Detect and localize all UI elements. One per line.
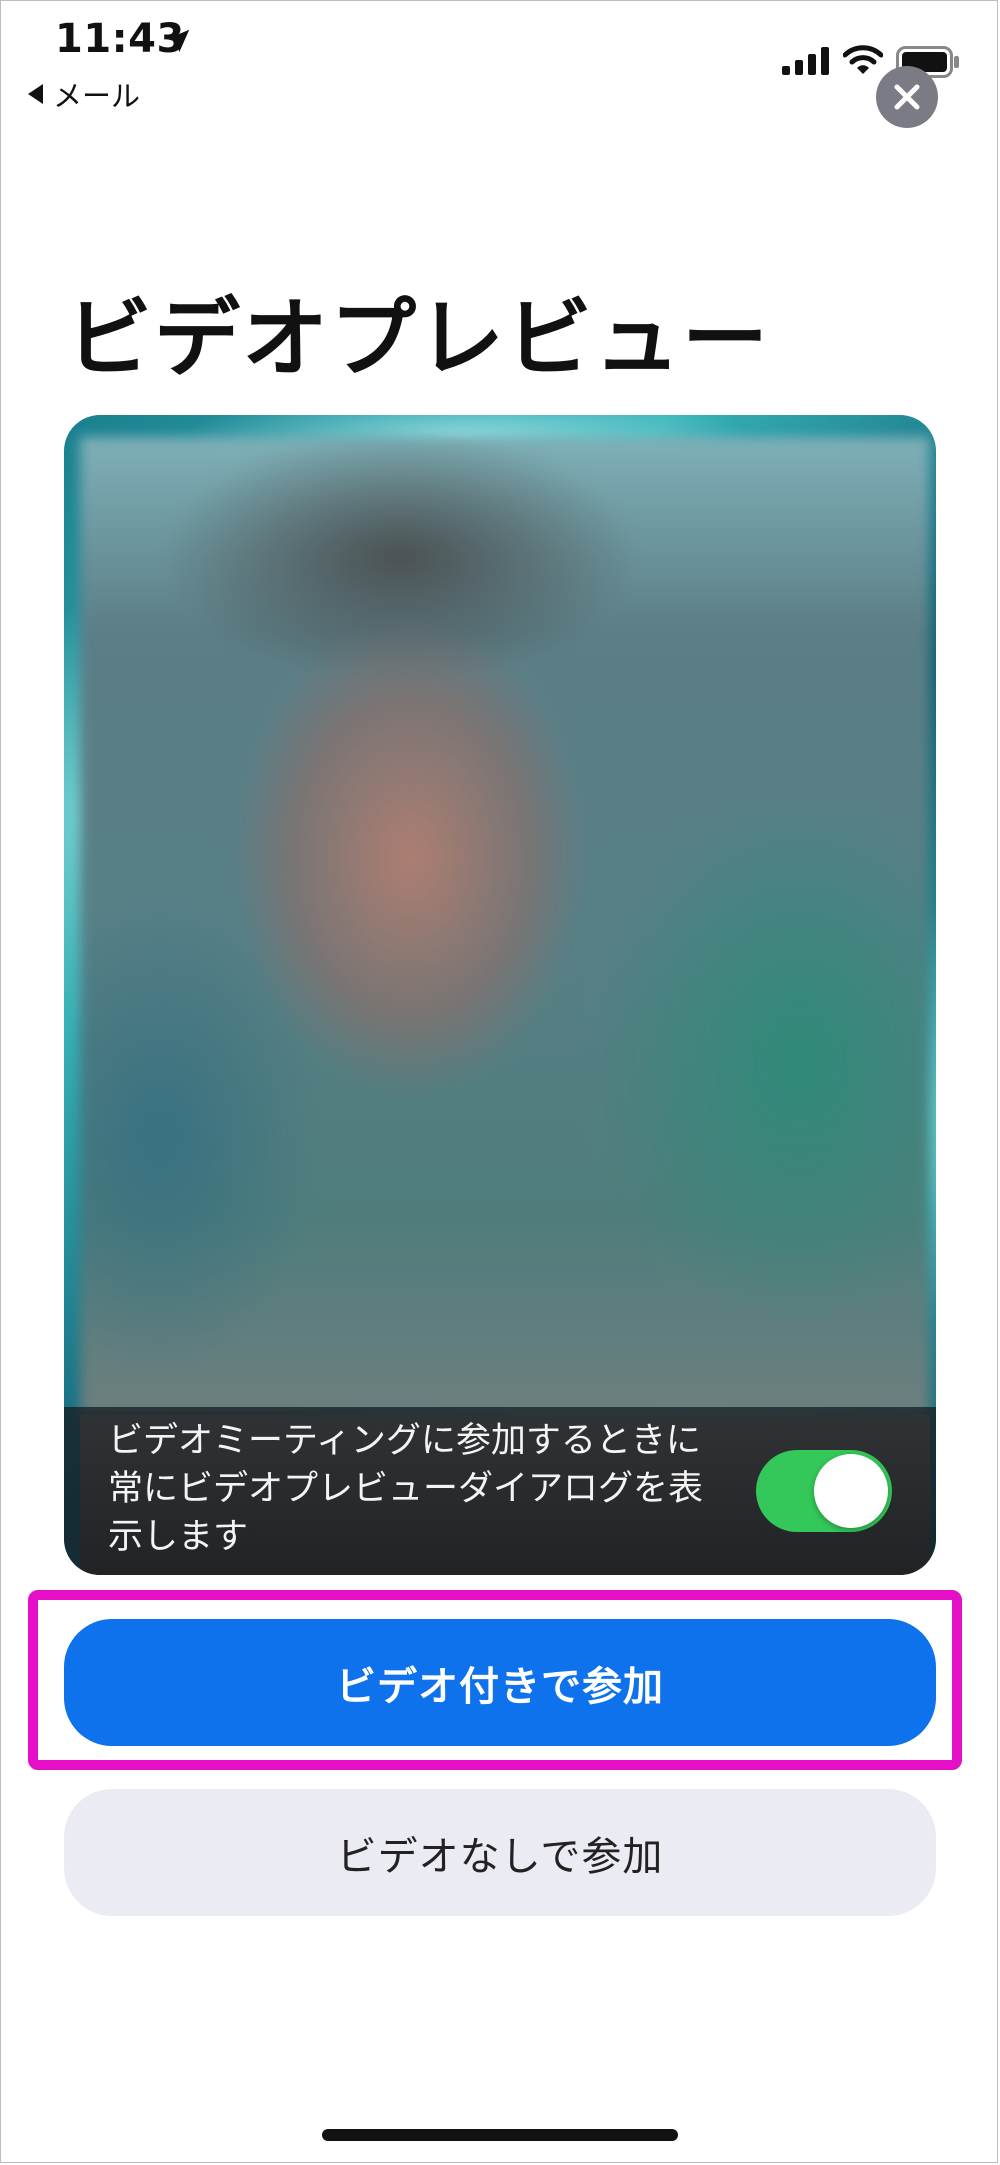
setting-text-line-1: ビデオミーティングに参加するときに <box>108 1421 701 1461</box>
page-title: ビデオプレビュー <box>66 289 770 389</box>
always-show-preview-toggle[interactable] <box>756 1450 892 1532</box>
location-arrow-icon <box>166 29 190 53</box>
back-to-mail-link[interactable]: メール <box>28 73 140 115</box>
camera-feed-blurred <box>80 437 930 1415</box>
setting-text-line-2: 常にビデオプレビューダイアログを表 <box>108 1469 704 1509</box>
join-with-video-button[interactable]: ビデオ付きで参加 <box>64 1619 936 1746</box>
video-preview: ビデオミーティングに参加するときに 常にビデオプレビューダイアログを表 示します <box>64 415 936 1575</box>
close-icon <box>894 84 920 110</box>
wifi-icon <box>843 45 883 74</box>
join-without-video-button[interactable]: ビデオなしで参加 <box>64 1789 936 1916</box>
close-button[interactable] <box>876 66 938 128</box>
home-indicator[interactable] <box>322 2129 678 2141</box>
back-triangle-icon <box>28 84 43 104</box>
back-label: メール <box>53 79 141 113</box>
toggle-knob <box>814 1454 888 1528</box>
setting-text-line-3: 示します <box>108 1517 249 1557</box>
signal-icon <box>782 47 829 75</box>
always-show-preview-text: ビデオミーティングに参加するときに 常にビデオプレビューダイアログを表 示します <box>108 1417 798 1561</box>
